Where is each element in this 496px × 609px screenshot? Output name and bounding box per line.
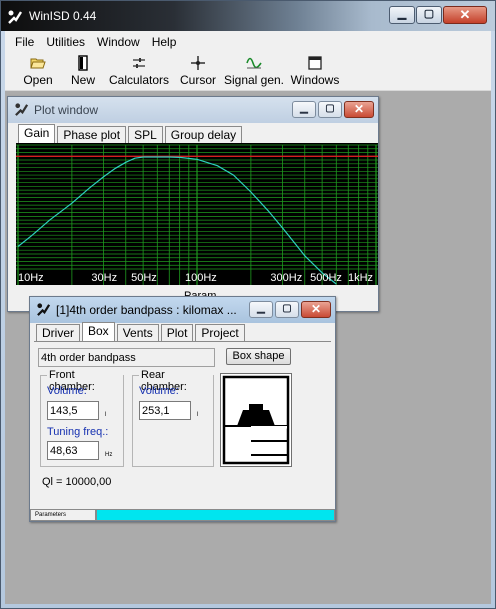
cursor-label: Cursor [179,73,216,87]
minimize-icon: ▁ [300,103,308,114]
x-tick-label: 10Hz [18,272,44,284]
sine-wave-icon [246,57,262,69]
restore-icon: ▢ [282,303,292,314]
title-bar[interactable]: WinISD 0.44 ▁ ▢ ✕ [1,1,495,31]
tab-phase-plot[interactable]: Phase plot [57,126,127,143]
x-tick-label: 500Hz [310,272,342,284]
minimize-button[interactable]: ▁ [389,6,415,24]
gain-plot[interactable]: 10Hz 30Hz 50Hz 100Hz 300Hz 500Hz 1kHz [16,143,378,285]
winisd-app-icon [8,10,23,24]
status-bar: Parameters [30,509,335,521]
tab-box[interactable]: Box [82,322,115,341]
new-label: New [70,73,95,87]
tab-plot[interactable]: Plot [160,324,194,341]
plot-window-title: Plot window [34,103,99,117]
menu-utilities[interactable]: Utilities [40,32,91,52]
crosshair-icon [191,56,205,70]
project-restore-button[interactable]: ▢ [275,301,299,318]
rear-volume-input[interactable]: 253,1 [139,401,191,420]
sliders-icon [133,58,145,68]
front-volume-unit: l [105,412,107,418]
windows-button[interactable]: Windows [287,53,343,87]
x-tick-label: 30Hz [91,272,118,284]
tuning-freq-input[interactable]: 48,63 [47,441,99,460]
close-icon: ✕ [310,302,322,316]
front-volume-label: Volume: [47,385,87,397]
folder-icon [30,58,46,69]
menu-bar: File Utilities Window Help [5,31,491,53]
open-label: Open [23,73,53,87]
calculators-label: Calculators [108,73,170,87]
x-tick-label: 300Hz [270,272,303,284]
menu-window[interactable]: Window [91,32,146,52]
toolbar: Open New Calculators Cursor Signal gen. … [5,53,491,91]
project-window-title: [1]4th order bandpass : kilomax ... [56,303,237,317]
box-type-field[interactable]: 4th order bandpass [38,348,215,367]
rear-volume-unit: l [197,412,199,418]
bandpass-enclosure-icon [222,375,290,465]
tab-driver[interactable]: Driver [36,324,80,341]
front-volume-input[interactable]: 143,5 [47,401,99,420]
main-window: WinISD 0.44 ▁ ▢ ✕ File Utilities Window … [0,0,496,609]
plot-close-button[interactable]: ✕ [344,101,374,118]
tab-gain[interactable]: Gain [18,124,56,143]
x-tick-label: 100Hz [185,272,217,284]
tab-vents[interactable]: Vents [116,324,159,341]
maximize-button[interactable]: ▢ [416,6,442,24]
box-shape-diagram [220,373,292,467]
calculators-button[interactable]: Calculators [105,53,173,87]
close-icon: ✕ [353,102,365,116]
winisd-app-icon [15,103,29,116]
minimize-icon: ▁ [257,303,265,314]
plot-window: Plot window ▁ ▢ ✕ Gain Phase plot SPL Gr… [7,96,379,312]
signal-gen-button[interactable]: Signal gen. [223,53,285,87]
tab-project[interactable]: Project [195,324,245,341]
new-button[interactable]: New [63,53,103,87]
rear-chamber-group: Rear chamber: Volume: 253,1 l [132,369,214,467]
project-window-title-bar[interactable]: [1]4th order bandpass : kilomax ... ▁ ▢ … [30,297,335,323]
rear-volume-label: Volume: [139,385,179,397]
windows-label: Windows [290,73,340,87]
signal-gen-label: Signal gen. [223,73,285,87]
open-button[interactable]: Open [15,53,61,87]
x-tick-label: 1kHz [348,272,374,284]
window-icon [308,56,322,70]
tab-spl[interactable]: SPL [128,126,163,143]
parameters-status-tab[interactable]: Parameters [30,509,96,521]
close-icon: ✕ [459,7,471,22]
plot-minimize-button[interactable]: ▁ [292,101,316,118]
plot-restore-button[interactable]: ▢ [318,101,342,118]
tuning-freq-unit: Hz [105,452,113,458]
menu-help[interactable]: Help [146,32,183,52]
box-shape-button[interactable]: Box shape [226,348,291,365]
winisd-app-icon [37,303,51,316]
plot-tabs: Gain Phase plot SPL Group delay [18,124,244,143]
status-progress [96,509,335,521]
speaker-new-icon [78,55,88,71]
maximize-icon: ▢ [423,8,435,20]
window-title: WinISD 0.44 [29,9,97,23]
minimize-icon: ▁ [397,8,407,20]
ql-value: Ql = 10000,00 [42,476,112,488]
tab-group-delay[interactable]: Group delay [164,126,243,143]
gain-chart [16,144,378,285]
front-chamber-group: Front chamber: Volume: 143,5 l Tuning fr… [40,369,124,467]
project-window: [1]4th order bandpass : kilomax ... ▁ ▢ … [29,296,336,522]
project-close-button[interactable]: ✕ [301,301,331,318]
menu-file[interactable]: File [9,32,40,52]
project-minimize-button[interactable]: ▁ [249,301,273,318]
close-button[interactable]: ✕ [443,6,487,24]
project-tabs: Driver Box Vents Plot Project [36,322,247,341]
restore-icon: ▢ [325,103,335,114]
plot-window-title-bar[interactable]: Plot window ▁ ▢ ✕ [8,97,378,123]
tuning-freq-label: Tuning freq.: [47,426,109,438]
cursor-button[interactable]: Cursor [175,53,221,87]
x-tick-label: 50Hz [131,272,157,284]
